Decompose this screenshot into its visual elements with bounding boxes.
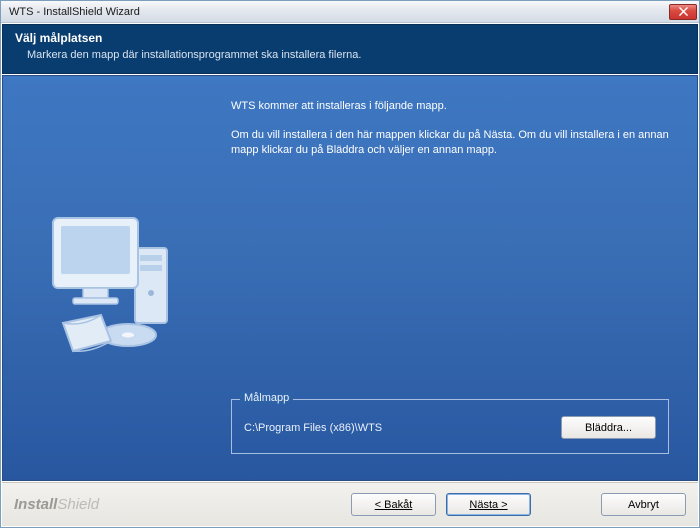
banner-subtitle: Markera den mapp där installationsprogra… — [15, 49, 685, 61]
close-icon — [679, 7, 688, 16]
browse-button[interactable]: Bläddra... — [561, 416, 656, 439]
brand-light: Shield — [57, 496, 99, 513]
back-button[interactable]: < Bakåt — [351, 493, 436, 516]
content-spacer — [231, 175, 669, 399]
illustration-pane — [3, 76, 223, 480]
intro-text-1: WTS kommer att installeras i följande ma… — [231, 100, 669, 112]
next-button[interactable]: Nästa > — [446, 493, 531, 516]
cancel-button[interactable]: Avbryt — [601, 493, 686, 516]
brand-strong: Install — [14, 496, 57, 513]
banner-title: Välj målplatsen — [15, 31, 685, 45]
close-button[interactable] — [669, 4, 697, 20]
destination-path: C:\Program Files (x86)\WTS — [244, 422, 549, 434]
installshield-logo: InstallShield — [14, 496, 99, 513]
wizard-footer: InstallShield < Bakåt Nästa > Avbryt — [2, 482, 698, 526]
wizard-banner: Välj målplatsen Markera den mapp där ins… — [2, 24, 698, 74]
installer-window: WTS - InstallShield Wizard Välj målplats… — [0, 0, 700, 528]
computer-icon — [33, 193, 193, 363]
intro-text-2: Om du vill installera i den här mappen k… — [231, 128, 669, 159]
window-title: WTS - InstallShield Wizard — [9, 6, 669, 18]
content-pane: WTS kommer att installeras i följande ma… — [223, 76, 697, 480]
wizard-content: WTS kommer att installeras i följande ma… — [2, 75, 698, 481]
destination-group: Målmapp C:\Program Files (x86)\WTS Blädd… — [231, 399, 669, 454]
titlebar: WTS - InstallShield Wizard — [1, 1, 699, 23]
destination-legend: Målmapp — [240, 392, 293, 404]
